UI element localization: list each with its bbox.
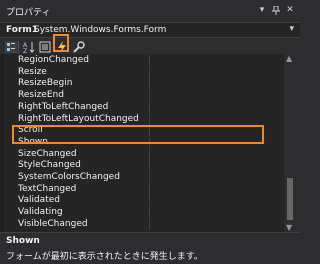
event-name: SizeChanged <box>18 148 77 159</box>
panel-title: プロパティ <box>6 8 51 18</box>
pin-icon[interactable] <box>270 4 282 16</box>
event-name: RightToLeftLayoutChanged <box>18 113 139 124</box>
event-name: ResizeEnd <box>18 90 64 101</box>
properties-icon[interactable] <box>38 40 52 54</box>
column-divider <box>149 101 150 113</box>
event-row[interactable]: StyleChanged <box>4 160 284 172</box>
event-name: StyleChanged <box>18 160 81 171</box>
description-text: フォームが最初に表示されたときに発生します。 <box>6 252 203 262</box>
close-icon[interactable]: ✕ <box>284 4 296 16</box>
categorized-icon[interactable] <box>4 40 18 54</box>
event-row[interactable]: RightToLeftChanged <box>4 101 284 113</box>
selected-event-highlight <box>12 125 264 144</box>
event-row[interactable]: Validating <box>4 207 284 219</box>
event-row[interactable]: SystemColorsChanged <box>4 172 284 183</box>
event-name: VisibleChanged <box>18 218 88 229</box>
event-row[interactable]: ResizeBegin <box>4 78 284 90</box>
event-name: ResizeBegin <box>18 78 73 89</box>
event-row[interactable]: SizeChanged <box>4 148 284 160</box>
event-name: RightToLeftChanged <box>18 101 109 112</box>
column-divider <box>149 90 150 102</box>
scroll-up-icon[interactable]: ▲ <box>286 54 292 63</box>
event-row[interactable]: VisibleChanged <box>4 218 284 230</box>
column-divider <box>149 55 150 66</box>
alphabetical-icon[interactable]: AZ <box>22 40 36 54</box>
properties-titlebar: プロパティ ▾ ✕ <box>0 0 300 22</box>
chevron-down-icon[interactable]: ▾ <box>289 24 294 34</box>
column-divider <box>149 78 150 90</box>
object-selector[interactable]: Form1 System.Windows.Forms.Form ▾ <box>0 22 300 38</box>
column-divider <box>149 218 150 230</box>
event-name: Resize <box>18 66 47 77</box>
toolbar-separator <box>18 41 19 54</box>
column-divider <box>149 207 150 219</box>
event-name: Validating <box>18 207 63 218</box>
events-highlight <box>53 34 69 52</box>
svg-text:Z: Z <box>23 48 27 53</box>
scrollbar[interactable]: ▲ ▼ <box>284 54 296 232</box>
event-name: Validated <box>18 195 60 206</box>
description-pane: Shown フォームが最初に表示されたときに発生します。 <box>0 232 300 264</box>
event-row[interactable]: ResizeEnd <box>4 90 284 102</box>
event-name: RegionChanged <box>18 55 89 65</box>
event-name: SystemColorsChanged <box>18 172 120 182</box>
column-divider <box>149 113 150 125</box>
event-row[interactable]: RegionChanged <box>4 55 284 66</box>
column-divider <box>149 183 150 195</box>
column-divider <box>149 148 150 160</box>
event-row[interactable]: Validated <box>4 195 284 207</box>
wrench-icon[interactable] <box>72 40 86 54</box>
description-title: Shown <box>6 236 40 246</box>
scroll-down-icon[interactable]: ▼ <box>286 223 292 232</box>
column-divider <box>149 195 150 207</box>
scrollbar-thumb[interactable] <box>287 178 293 220</box>
column-divider <box>149 66 150 78</box>
event-name: TextChanged <box>18 183 77 194</box>
event-row[interactable]: TextChanged <box>4 183 284 195</box>
column-divider <box>149 172 150 183</box>
column-divider <box>149 160 150 172</box>
event-row[interactable]: Resize <box>4 66 284 78</box>
event-row[interactable]: RightToLeftLayoutChanged <box>4 113 284 125</box>
dropdown-icon[interactable]: ▾ <box>256 4 268 16</box>
